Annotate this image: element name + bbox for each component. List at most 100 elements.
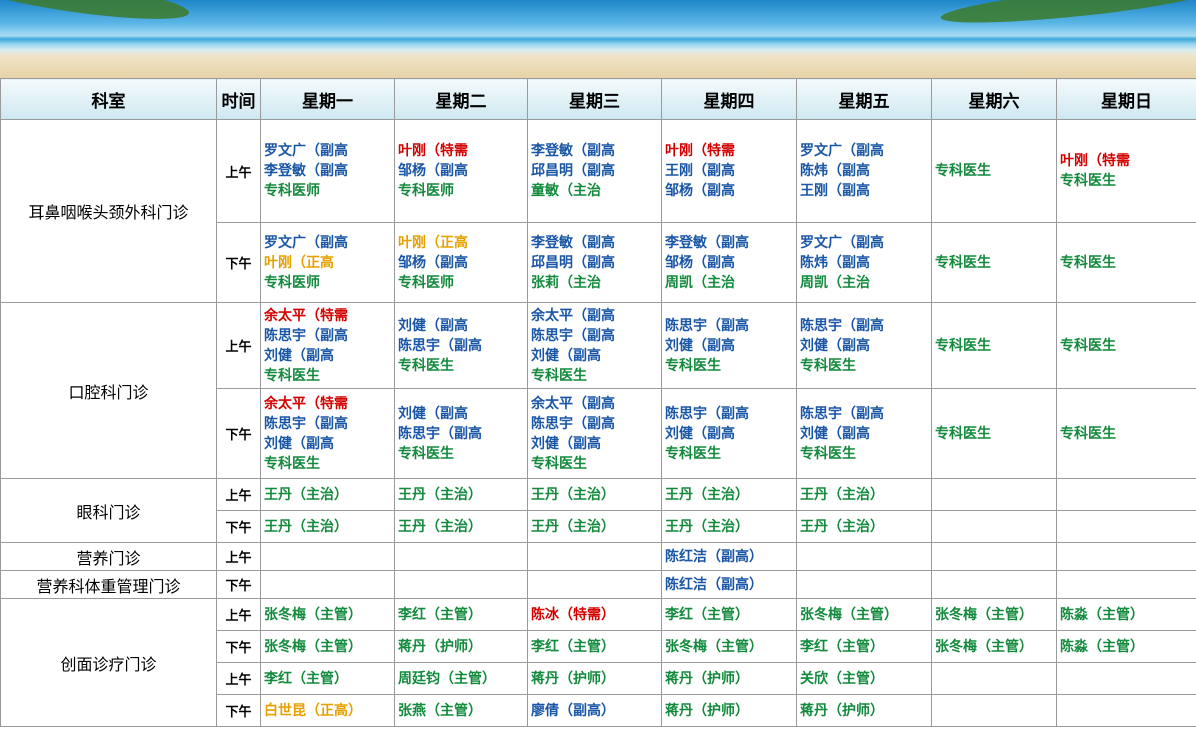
schedule-cell[interactable] [1056,570,1196,599]
schedule-cell[interactable] [931,478,1057,511]
schedule-cell[interactable]: 专科医生 [931,222,1057,303]
schedule-cell[interactable]: 张冬梅（主管） [931,630,1057,663]
schedule-cell[interactable] [796,570,932,599]
schedule-cell[interactable]: 余太平（特需 陈思宇（副高 刘健（副高 专科医生 [260,302,395,389]
schedule-cell[interactable] [394,542,528,571]
schedule-cell[interactable]: 王丹（主治） [260,478,395,511]
doctor-entry: 刘健（副高 [800,425,870,442]
schedule-cell[interactable]: 余太平（副高 陈思宇（副高 刘健（副高 专科医生 [527,388,662,479]
schedule-cell[interactable]: 陈思宇（副高 刘健（副高 专科医生 [796,302,932,389]
schedule-cell[interactable]: 陈冰（特需） [527,598,662,631]
schedule-cell[interactable]: 余太平（特需 陈思宇（副高 刘健（副高 专科医生 [260,388,395,479]
doctor-entry: 刘健（副高 [264,347,334,364]
doctor-entry: 张冬梅（主管） [935,638,1033,655]
schedule-cell[interactable]: 王丹（主治） [394,510,528,543]
schedule-cell[interactable]: 专科医生 [1056,302,1196,389]
schedule-cell[interactable] [931,510,1057,543]
doctor-entry: 刘健（副高 [398,317,468,334]
schedule-cell[interactable]: 李红（主管） [661,598,797,631]
schedule-cell[interactable]: 专科医生 [931,388,1057,479]
schedule-cell[interactable]: 蒋丹（护师） [394,630,528,663]
schedule-cell[interactable]: 王丹（主治） [527,510,662,543]
schedule-cell[interactable]: 专科医生 [1056,222,1196,303]
schedule-cell[interactable]: 罗文广（副高 叶刚（正高 专科医师 [260,222,395,303]
schedule-cell[interactable]: 王丹（主治） [527,478,662,511]
schedule-cell[interactable]: 陈思宇（副高 刘健（副高 专科医生 [796,388,932,479]
schedule-cell[interactable]: 白世昆（正高） [260,694,395,727]
schedule-cell[interactable] [931,542,1057,571]
schedule-cell[interactable]: 李登敏（副高 邹杨（副高 周凯（主治 [661,222,797,303]
doctor-entry: 陈思宇（副高 [800,405,884,422]
doctor-entry: 余太平（副高 [531,395,615,412]
schedule-cell[interactable] [1056,662,1196,695]
schedule-cell[interactable]: 陈淼（主管） [1056,598,1196,631]
beach-banner [0,0,1196,78]
schedule-cell[interactable]: 李红（主管） [796,630,932,663]
schedule-cell[interactable]: 陈淼（主管） [1056,630,1196,663]
schedule-cell[interactable]: 专科医生 [1056,388,1196,479]
schedule-cell[interactable]: 陈思宇（副高 刘健（副高 专科医生 [661,388,797,479]
doctor-entry: 张冬梅（主管） [264,638,362,655]
schedule-cell[interactable]: 王丹（主治） [661,478,797,511]
schedule-cell[interactable] [260,570,395,599]
schedule-cell[interactable] [796,542,932,571]
schedule-cell[interactable] [931,570,1057,599]
schedule-cell[interactable]: 廖倩（副高） [527,694,662,727]
schedule-cell[interactable]: 李登敏（副高 邱昌明（副高 童敏（主治 [527,119,662,223]
doctor-entry: 陈冰（特需） [531,606,615,623]
schedule-cell[interactable]: 关欣（主管） [796,662,932,695]
schedule-cell[interactable] [1056,510,1196,543]
schedule-cell[interactable]: 刘健（副高 陈思宇（副高 专科医生 [394,388,528,479]
schedule-cell[interactable]: 罗文广（副高 陈炜（副高 周凯（主治 [796,222,932,303]
doctor-entry: 余太平（副高 [531,307,615,324]
schedule-cell[interactable] [527,570,662,599]
schedule-cell[interactable]: 李登敏（副高 邱昌明（副高 张莉（主治 [527,222,662,303]
schedule-cell[interactable]: 叶刚（正高 邹杨（副高 专科医师 [394,222,528,303]
schedule-cell[interactable] [1056,478,1196,511]
doctor-entry: 陈思宇（副高 [665,405,749,422]
schedule-cell[interactable]: 李红（主管） [394,598,528,631]
schedule-cell[interactable]: 张燕（主管） [394,694,528,727]
schedule-cell[interactable]: 专科医生 [931,302,1057,389]
schedule-cell[interactable]: 叶刚（特需 专科医生 [1056,119,1196,223]
schedule-cell[interactable]: 陈红洁（副高） [661,570,797,599]
schedule-cell[interactable]: 陈思宇（副高 刘健（副高 专科医生 [661,302,797,389]
schedule-cell[interactable]: 张冬梅（主管） [931,598,1057,631]
schedule-cell[interactable] [931,662,1057,695]
schedule-cell[interactable]: 叶刚（特需 王刚（副高 邹杨（副高 [661,119,797,223]
schedule-cell[interactable]: 蒋丹（护师） [661,662,797,695]
column-header: 星期四 [661,78,797,120]
doctor-entry: 罗文广（副高 [800,143,884,159]
schedule-cell[interactable]: 王丹（主治） [796,510,932,543]
schedule-cell[interactable]: 刘健（副高 陈思宇（副高 专科医生 [394,302,528,389]
schedule-cell[interactable]: 罗文广（副高 李登敏（副高 专科医师 [260,119,395,223]
schedule-cell[interactable]: 张冬梅（主管） [661,630,797,663]
schedule-cell[interactable]: 蒋丹（护师） [527,662,662,695]
doctor-entry: 王刚（副高 [665,163,735,179]
schedule-cell[interactable]: 罗文广（副高 陈炜（副高 王刚（副高 [796,119,932,223]
schedule-cell[interactable] [260,542,395,571]
palm-leaf-right-icon [939,0,1196,31]
schedule-cell[interactable] [1056,542,1196,571]
schedule-cell[interactable]: 王丹（主治） [661,510,797,543]
schedule-cell[interactable]: 蒋丹（护师） [661,694,797,727]
schedule-cell[interactable]: 李红（主管） [527,630,662,663]
schedule-cell[interactable] [394,570,528,599]
schedule-cell[interactable]: 王丹（主治） [260,510,395,543]
schedule-cell[interactable]: 李红（主管） [260,662,395,695]
schedule-cell[interactable]: 张冬梅（主管） [260,598,395,631]
schedule-cell[interactable]: 叶刚（特需 邹杨（副高 专科医师 [394,119,528,223]
schedule-cell[interactable] [931,694,1057,727]
schedule-cell[interactable]: 王丹（主治） [796,478,932,511]
schedule-cell[interactable]: 蒋丹（护师） [796,694,932,727]
schedule-cell[interactable]: 专科医生 [931,119,1057,223]
schedule-cell[interactable] [1056,694,1196,727]
schedule-cell[interactable] [527,542,662,571]
schedule-cell[interactable]: 陈红洁（副高） [661,542,797,571]
schedule-cell[interactable]: 张冬梅（主管） [796,598,932,631]
schedule-cell[interactable]: 周廷钧（主管） [394,662,528,695]
schedule-cell[interactable]: 张冬梅（主管） [260,630,395,663]
doctor-entry: 李登敏（副高 [531,234,615,251]
schedule-cell[interactable]: 余太平（副高 陈思宇（副高 刘健（副高 专科医生 [527,302,662,389]
schedule-cell[interactable]: 王丹（主治） [394,478,528,511]
